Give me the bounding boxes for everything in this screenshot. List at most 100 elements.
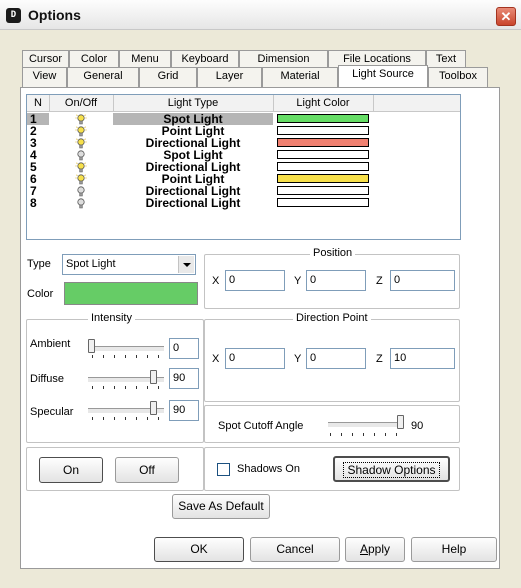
direction-title: Direction Point [293,312,371,324]
header-light-color[interactable]: Light Color [273,95,374,111]
direction-z-input[interactable]: 10 [390,348,455,369]
diffuse-ticks [92,386,162,389]
diffuse-label: Diffuse [30,373,65,385]
lightbulb-icon[interactable] [75,138,87,149]
header-light-type[interactable]: Light Type [113,95,274,111]
shadows-label: Shadows On [237,463,300,475]
position-x-label: X [212,275,220,287]
row-number: 8 [30,196,37,210]
shadows-checkbox[interactable] [217,463,230,476]
tab-material[interactable]: Material [262,67,338,87]
spot-cutoff-ticks [330,433,398,436]
table-row[interactable]: 3 Directional Light [27,137,460,149]
window-title: Options [28,7,81,23]
row-color-swatch[interactable] [277,174,369,183]
position-title: Position [310,247,356,259]
tab-color[interactable]: Color [69,50,119,67]
spot-cutoff-value: 90 [411,420,424,432]
ambient-slider[interactable] [88,346,164,352]
row-color-swatch[interactable] [277,138,369,147]
color-swatch[interactable] [64,282,198,305]
type-select[interactable]: Spot Light [62,254,196,275]
lightbulb-icon[interactable] [75,114,87,125]
lightbulb-icon[interactable] [75,150,87,161]
ok-button[interactable]: OK [154,537,244,562]
lightbulb-icon[interactable] [75,186,87,197]
table-row[interactable]: 2 Point Light [27,125,460,137]
color-label: Color [27,288,54,300]
list-header: N On/Off Light Type Light Color [27,95,460,112]
header-n[interactable]: N [27,95,50,111]
position-z-label: Z [376,275,383,287]
lightbulb-icon[interactable] [75,126,87,137]
apply-button[interactable]: Apply [345,537,405,562]
tab-cursor[interactable]: Cursor [22,50,69,67]
tab-light-source[interactable]: Light Source [338,65,428,87]
ambient-label: Ambient [30,338,71,350]
tab-view[interactable]: View [22,67,67,87]
specular-input[interactable]: 90 [169,400,199,421]
table-row[interactable]: 1 Spot Light [27,113,460,125]
diffuse-input[interactable]: 90 [169,368,199,389]
position-x-input[interactable]: 0 [225,270,285,291]
close-icon[interactable]: ✕ [496,7,516,26]
apply-label-rest: pply [368,542,391,556]
direction-z-label: Z [376,353,383,365]
tab-dimension[interactable]: Dimension [239,50,328,67]
shadow-options-label: Shadow Options [343,462,440,478]
spot-cutoff-label: Spot Cutoff Angle [218,420,304,432]
lightbulb-icon[interactable] [75,174,87,185]
position-y-label: Y [294,275,302,287]
ambient-input[interactable]: 0 [169,338,199,359]
row-color-swatch[interactable] [277,126,369,135]
spot-cutoff-slider-thumb[interactable] [397,415,404,429]
help-button[interactable]: Help [411,537,497,562]
position-y-input[interactable]: 0 [306,270,366,291]
specular-ticks [92,417,162,420]
light-list[interactable]: N On/Off Light Type Light Color 1 Spot Li… [26,94,461,240]
diffuse-slider-thumb[interactable] [150,370,158,384]
cancel-button[interactable]: Cancel [250,537,340,562]
header-on-off[interactable]: On/Off [49,95,114,111]
intensity-title: Intensity [88,312,135,324]
table-row[interactable]: 5 Directional Light [27,161,460,173]
table-row[interactable]: 6 Point Light [27,173,460,185]
row-color-swatch[interactable] [277,150,369,159]
row-color-swatch[interactable] [277,198,369,207]
spot-cutoff-slider[interactable] [328,422,404,428]
apply-mnemonic: A [359,542,368,556]
position-z-input[interactable]: 0 [390,270,455,291]
table-row[interactable]: 4 Spot Light [27,149,460,161]
row-color-swatch[interactable] [277,114,369,123]
off-button[interactable]: Off [115,457,179,483]
direction-x-input[interactable]: 0 [225,348,285,369]
type-select-value: Spot Light [66,258,116,270]
row-color-swatch[interactable] [277,186,369,195]
tab-text[interactable]: Text [426,50,466,67]
tab-grid[interactable]: Grid [139,67,197,87]
save-as-default-button[interactable]: Save As Default [172,494,270,519]
direction-y-label: Y [294,353,302,365]
ambient-slider-thumb[interactable] [88,339,95,353]
shadow-options-button[interactable]: Shadow Options [333,456,450,482]
tab-general[interactable]: General [67,67,139,87]
row-light-type: Directional Light [145,196,241,210]
row-color-swatch[interactable] [277,162,369,171]
tab-layer[interactable]: Layer [197,67,262,87]
lightbulb-icon[interactable] [75,198,87,209]
ambient-ticks [92,355,162,358]
tab-toolbox[interactable]: Toolbox [428,67,488,87]
on-button[interactable]: On [39,457,103,483]
table-row[interactable]: 7 Directional Light [27,185,460,197]
table-row[interactable]: 8 Directional Light [27,196,460,210]
tab-keyboard[interactable]: Keyboard [171,50,239,67]
specular-slider-thumb[interactable] [150,401,158,415]
chevron-down-icon[interactable] [178,256,194,273]
specular-label: Specular [30,406,74,418]
direction-x-label: X [212,353,220,365]
app-icon: D [6,8,21,23]
direction-y-input[interactable]: 0 [306,348,366,369]
type-label: Type [27,258,51,270]
tab-menu[interactable]: Menu [119,50,171,67]
lightbulb-icon[interactable] [75,162,87,173]
